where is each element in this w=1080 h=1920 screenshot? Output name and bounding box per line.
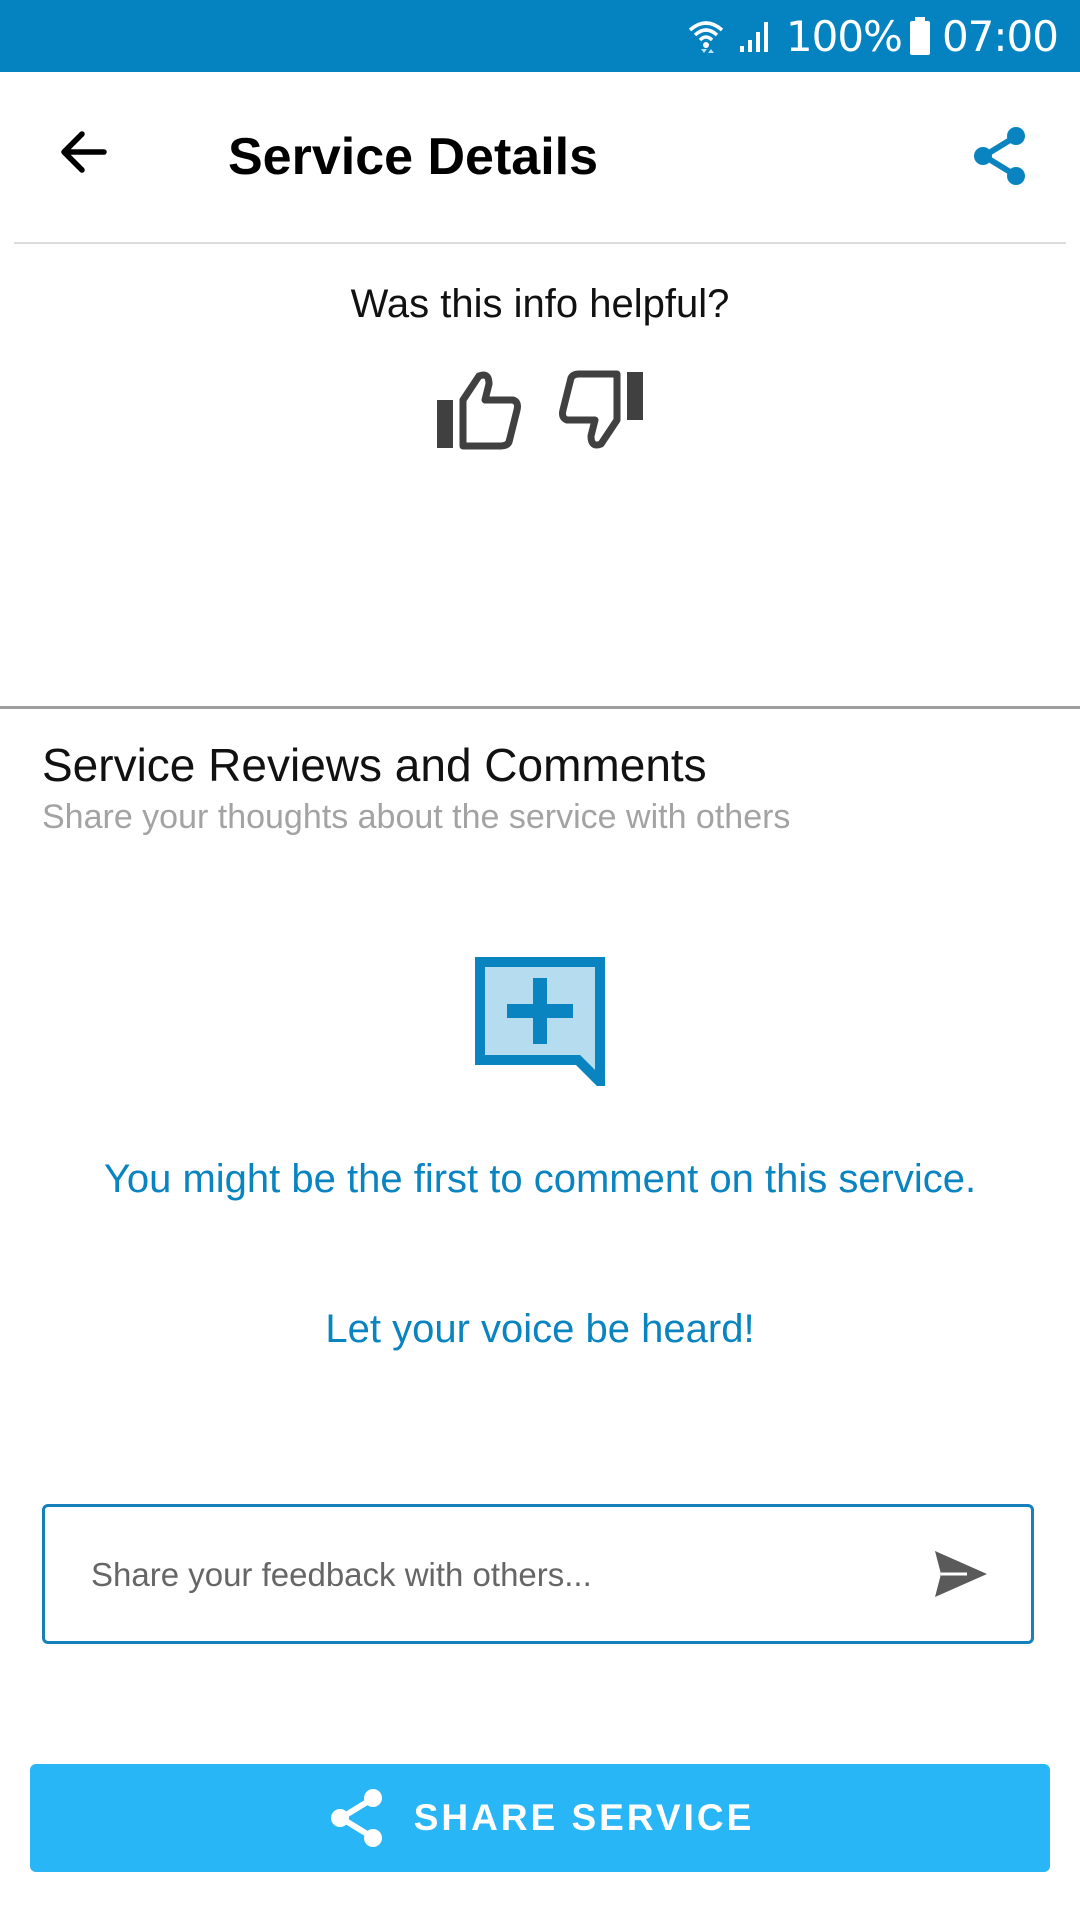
- battery-icon: [909, 17, 930, 55]
- status-time: 07:00: [941, 11, 1059, 61]
- share-service-button[interactable]: SHARE SERVICE: [30, 1764, 1050, 1872]
- thumbs-down-button[interactable]: [557, 366, 645, 454]
- reviews-title: Service Reviews and Comments: [42, 739, 707, 791]
- share-icon: [330, 1789, 382, 1847]
- feedback-input[interactable]: [89, 1507, 913, 1643]
- battery-percentage: 100%: [785, 11, 903, 61]
- thumbs-up-button[interactable]: [435, 366, 523, 454]
- share-icon: [974, 127, 1025, 185]
- helpful-rating: [0, 366, 1080, 454]
- back-button[interactable]: [44, 112, 124, 192]
- helpful-question: Was this info helpful?: [350, 282, 730, 326]
- page-title: Service Details: [228, 128, 599, 186]
- thumbs-up-icon: [437, 371, 521, 450]
- share-button[interactable]: [960, 116, 1040, 196]
- signal-icon: [739, 22, 768, 52]
- reviews-subtitle: Share your thoughts about the service wi…: [42, 798, 791, 836]
- arrow-left-icon: [61, 131, 107, 173]
- wifi-icon: [688, 21, 724, 53]
- send-button[interactable]: [931, 1547, 991, 1601]
- add-comment-icon: [475, 957, 605, 1086]
- thumbs-down-icon: [559, 370, 643, 449]
- share-service-label: SHARE SERVICE: [413, 1797, 755, 1838]
- divider: [14, 242, 1066, 244]
- section-divider: [0, 706, 1080, 709]
- feedback-box: [42, 1504, 1034, 1644]
- send-icon: [935, 1551, 987, 1597]
- app-bar: Service Details: [0, 72, 1080, 242]
- status-indicators: 100% 07:00: [686, 0, 1059, 72]
- empty-reviews-cta: Let your voice be heard!: [325, 1307, 755, 1351]
- empty-reviews-message: You might be the first to comment on thi…: [103, 1157, 977, 1201]
- status-bar: 100% 07:00: [0, 0, 1080, 72]
